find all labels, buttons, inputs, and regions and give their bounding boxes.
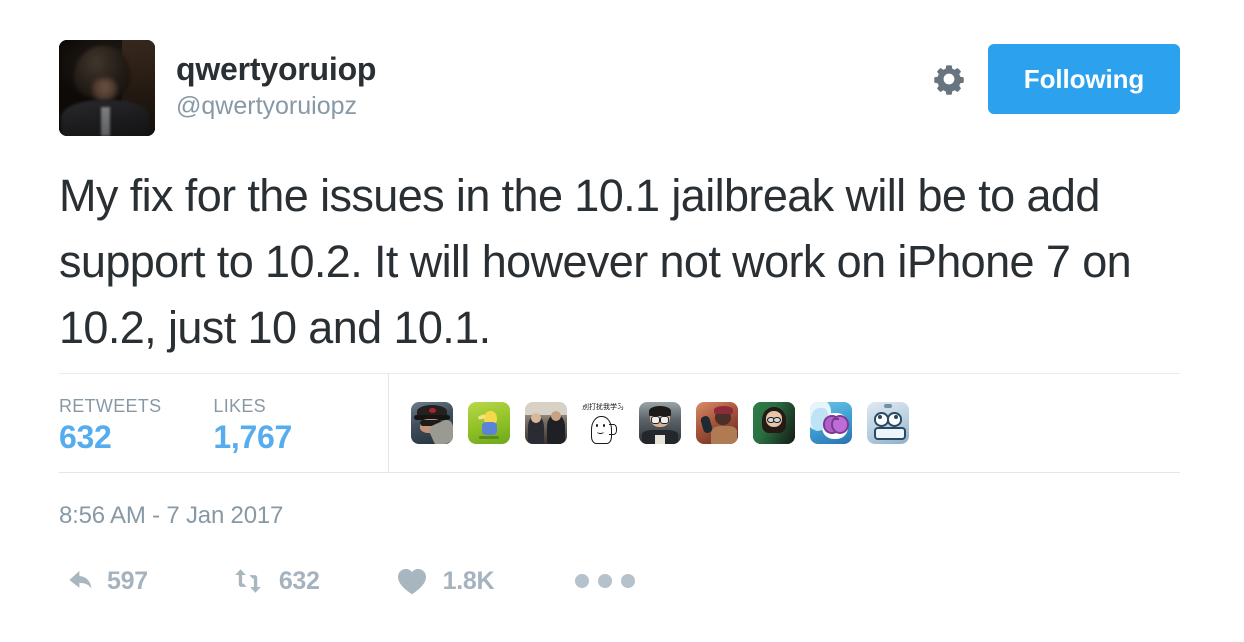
following-button[interactable]: Following: [988, 44, 1180, 114]
display-name[interactable]: qwertyoruiop: [176, 50, 376, 88]
avatar[interactable]: [59, 40, 155, 136]
engager-avatar-2[interactable]: [468, 402, 510, 444]
user-handle[interactable]: @qwertyoruiopz: [176, 90, 376, 122]
tweet-text: My fix for the issues in the 10.1 jailbr…: [59, 170, 1132, 353]
engager-avatar-4[interactable]: 别打扰我学习: [582, 402, 624, 444]
stat-retweets[interactable]: RETWEETS 632: [59, 395, 161, 472]
gear-icon[interactable]: [929, 59, 969, 99]
reply-arrow-icon-svg: [69, 571, 92, 589]
reply-count: 597: [107, 566, 148, 595]
more-dot-1: [575, 574, 590, 588]
engager-avatar-6[interactable]: [696, 402, 738, 444]
user-names: qwertyoruiop @qwertyoruiopz: [176, 50, 376, 122]
stats-group: RETWEETS 632 LIKES 1,767: [59, 374, 388, 472]
engager-avatar-3[interactable]: [525, 402, 567, 444]
retweet-icon: [231, 566, 265, 596]
like-action[interactable]: 1.8K: [395, 558, 495, 604]
reply-arrow-icon: [59, 566, 93, 596]
more-dot-2: [598, 574, 613, 588]
engager-avatar-8[interactable]: [810, 402, 852, 444]
more-ellipsis-icon[interactable]: [569, 558, 641, 604]
stat-likes[interactable]: LIKES 1,767: [213, 395, 292, 472]
gear-icon-svg: [934, 65, 964, 95]
retweets-label: RETWEETS: [59, 396, 162, 416]
heart-icon-svg: [397, 569, 426, 595]
tweet-stats-row: RETWEETS 632 LIKES 1,767 别打扰我学习: [59, 373, 1180, 473]
engager-avatar-7[interactable]: [753, 402, 795, 444]
heart-icon: [395, 566, 429, 596]
like-count: 1.8K: [442, 566, 495, 595]
header-actions: Following: [929, 40, 1180, 118]
tweet-timestamp[interactable]: 8:56 AM - 7 Jan 2017: [59, 502, 283, 530]
reply-action[interactable]: 597: [59, 558, 148, 604]
tweet-header: qwertyoruiop @qwertyoruiopz Following: [59, 40, 1180, 136]
tweet-action-bar: 597 632 1.8K: [59, 558, 641, 604]
avatar-face: [91, 78, 117, 102]
tweet-card: qwertyoruiop @qwertyoruiopz Following My…: [0, 0, 1244, 642]
retweet-action[interactable]: 632: [231, 558, 320, 604]
avatar-zipper: [101, 107, 110, 136]
engager-avatar-9[interactable]: [867, 402, 909, 444]
engager-avatar-1[interactable]: [411, 402, 453, 444]
retweets-value: 632: [59, 419, 112, 455]
engager-avatar-5[interactable]: [639, 402, 681, 444]
engager-avatars: 别打扰我学习: [388, 374, 1180, 472]
more-dot-3: [621, 574, 636, 588]
engager-avatar-4-caption: 别打扰我学习: [582, 403, 624, 411]
likes-value: 1,767: [213, 419, 292, 455]
retweet-count: 632: [278, 566, 320, 595]
likes-label: LIKES: [213, 396, 266, 416]
retweet-icon-svg: [235, 569, 261, 593]
